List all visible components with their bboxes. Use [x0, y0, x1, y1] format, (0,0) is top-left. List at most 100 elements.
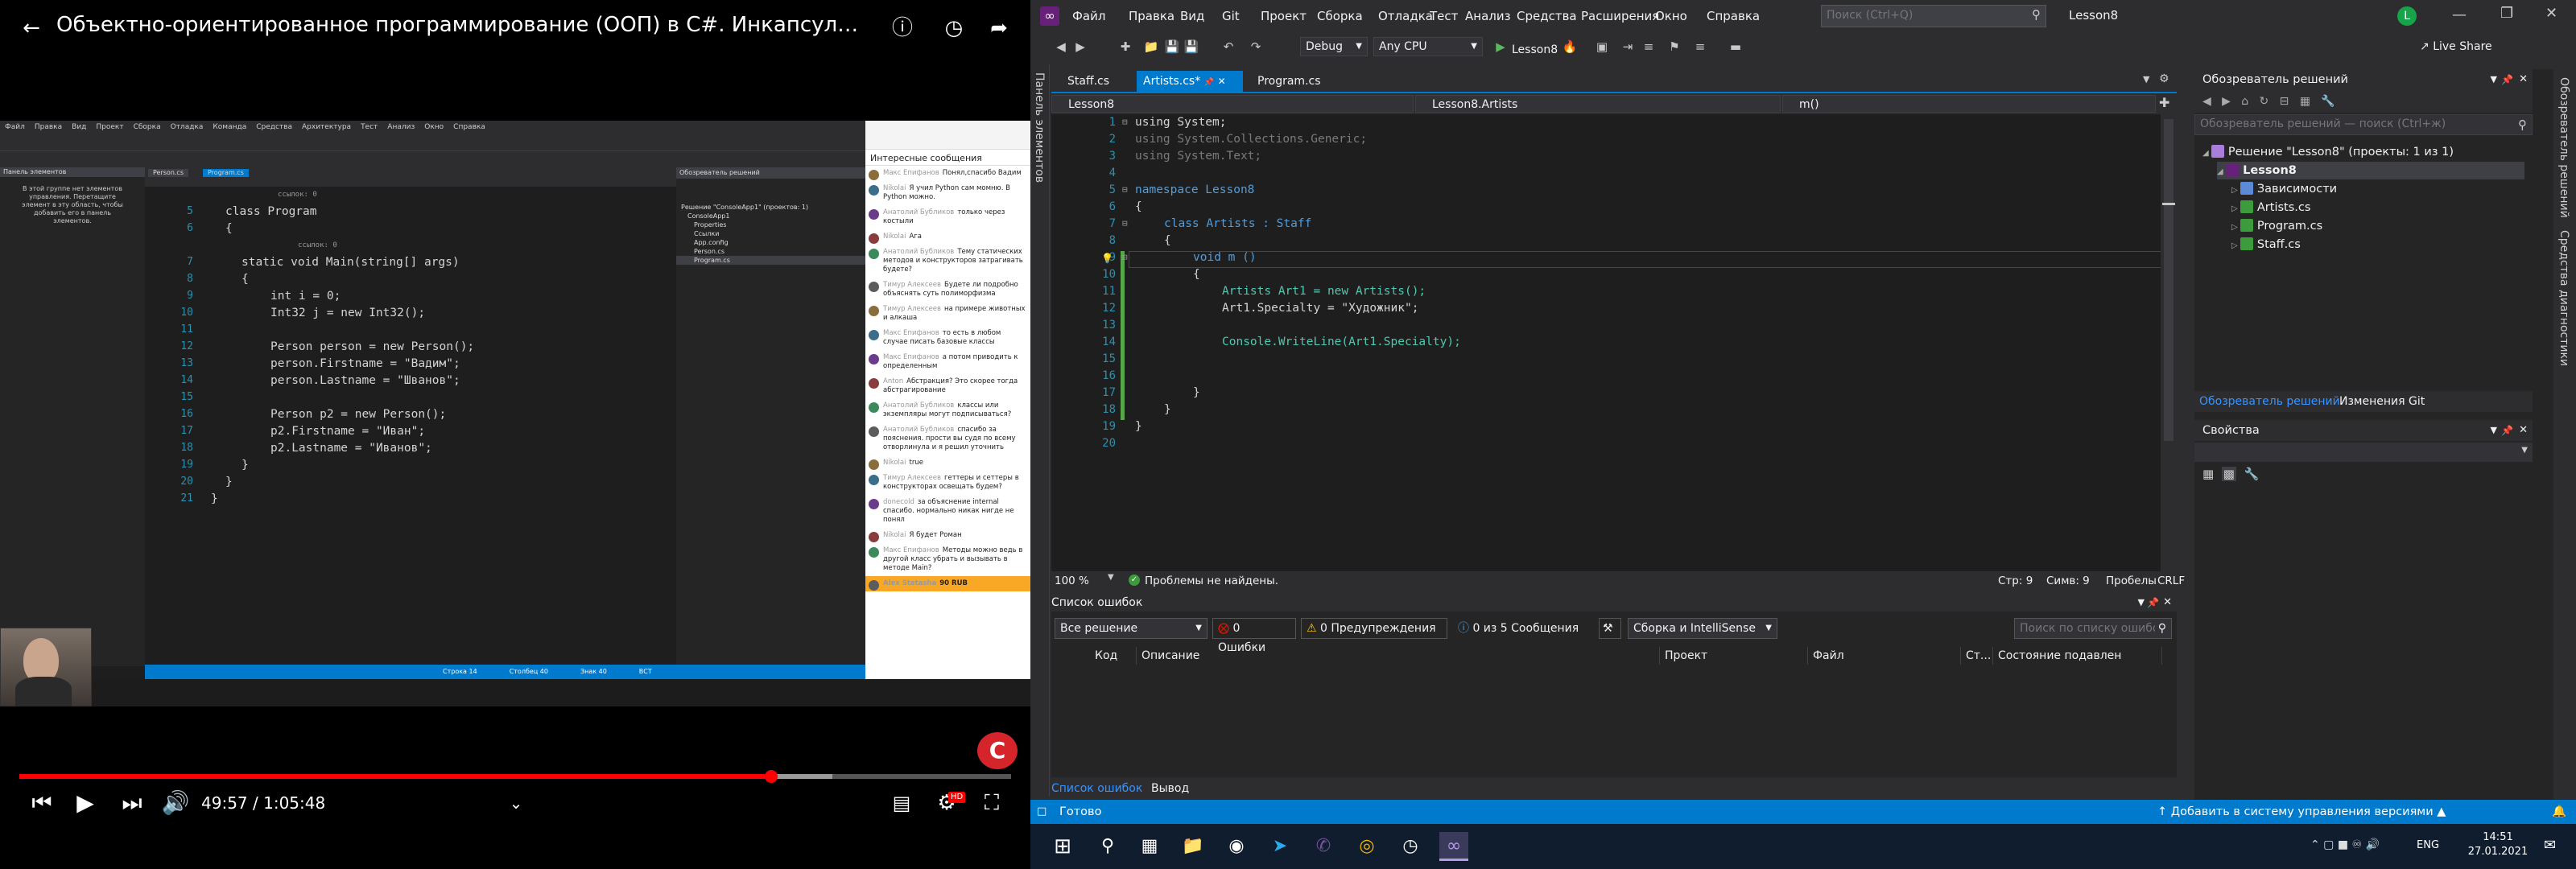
- toolbox-vertical-label[interactable]: Панель элементов: [1033, 72, 1046, 183]
- menu-item[interactable]: Отладка: [1378, 8, 1433, 24]
- code-line[interactable]: Art1.Specialty = "Художник";: [1222, 300, 1418, 317]
- info-icon[interactable]: ⓘ: [889, 14, 916, 42]
- se-collapse-icon[interactable]: ⊟: [2280, 95, 2289, 108]
- tab-git-changes[interactable]: Изменения Git: [2339, 391, 2425, 412]
- col-code[interactable]: Код: [1090, 647, 1137, 665]
- chapters-chevron-icon[interactable]: ⌄: [504, 789, 528, 818]
- se-show-all-icon[interactable]: ▦: [2300, 95, 2310, 108]
- col-project[interactable]: Проект: [1660, 647, 1808, 665]
- video-title[interactable]: Объектно-ориентированное программировани…: [56, 13, 861, 45]
- tab-settings-gear-icon[interactable]: ⚙: [2159, 72, 2169, 85]
- open-folder-icon[interactable]: 📁: [1143, 39, 1159, 55]
- menu-item[interactable]: Средства: [1517, 8, 1577, 24]
- channel-watermark-logo[interactable]: C: [977, 732, 1018, 769]
- solution-tree-item[interactable]: ▷ Зависимости: [2231, 180, 2337, 198]
- format-icon[interactable]: ≡: [1641, 39, 1657, 55]
- code-editor[interactable]: 1 using System; 2 using System.Collections.…: [1051, 114, 2177, 571]
- se-menu-chevron-icon[interactable]: ▼: [2491, 69, 2497, 90]
- tab-program[interactable]: Program.cs: [1251, 71, 1327, 92]
- categorized-icon[interactable]: ▦: [2202, 467, 2214, 481]
- line-indicator[interactable]: Стр: 9: [1998, 575, 2033, 587]
- lightbulb-icon[interactable]: 💡: [1101, 253, 1113, 264]
- code-line[interactable]: using System;: [1135, 114, 1227, 131]
- se-back-icon[interactable]: ◀: [2202, 95, 2211, 108]
- col-description[interactable]: Описание: [1137, 647, 1660, 665]
- se-properties-icon[interactable]: 🔧: [2321, 95, 2334, 108]
- bookmark-icon[interactable]: ⚑: [1666, 39, 1682, 55]
- outline-toggle-icon[interactable]: ⊟: [1122, 251, 1128, 264]
- errors-filter-button[interactable]: ⨂ 0 Ошибки: [1212, 618, 1296, 654]
- task-view-icon[interactable]: ▦: [1135, 832, 1164, 861]
- menu-item[interactable]: Файл: [1072, 8, 1105, 24]
- zoom-chevron-icon[interactable]: ▼: [1108, 573, 1114, 582]
- notifications-bell-icon[interactable]: 🔔: [2552, 800, 2566, 824]
- messages-filter-button[interactable]: ⓘ 0 из 5 Сообщения: [1452, 618, 1594, 639]
- run-target[interactable]: Lesson8: [1512, 43, 1558, 56]
- video-player[interactable]: ← Объектно-ориентированное программирова…: [0, 0, 1030, 869]
- nav-project-dropdown[interactable]: Lesson8: [1051, 95, 1414, 113]
- nav-type-dropdown[interactable]: Lesson8.Artists: [1415, 95, 1781, 113]
- spaces-indicator[interactable]: Пробелы: [2106, 575, 2157, 587]
- code-line[interactable]: void m (): [1193, 249, 1257, 266]
- minimize-icon[interactable]: —: [2452, 6, 2467, 23]
- se-search-box[interactable]: ⚲: [2194, 114, 2533, 135]
- new-project-icon[interactable]: ✚: [1117, 39, 1133, 55]
- taskbar-search-icon[interactable]: ⚲: [1093, 832, 1122, 861]
- menu-item[interactable]: Окно: [1655, 8, 1687, 24]
- col-file[interactable]: Файл: [1808, 647, 1961, 665]
- vtab-diagnostics[interactable]: Средства диагностики: [2557, 230, 2570, 366]
- error-scope-dropdown[interactable]: Все решение ▼: [1055, 618, 1208, 639]
- left-vertical-tab[interactable]: Панель элементов: [1030, 64, 1050, 797]
- se-search-input[interactable]: [2195, 115, 2501, 133]
- forward-icon[interactable]: ▶: [1072, 39, 1088, 55]
- solution-tree-item[interactable]: ◢ Lesson8: [2217, 162, 2524, 179]
- watch-later-icon[interactable]: ◷: [940, 14, 968, 42]
- next-video-icon[interactable]: ⏭: [118, 789, 147, 818]
- outline-toggle-icon[interactable]: ⊟: [1122, 116, 1128, 129]
- hot-reload-icon[interactable]: 🔥: [1562, 39, 1578, 55]
- se-home-icon[interactable]: ⌂: [2241, 95, 2248, 108]
- save-icon[interactable]: 💾: [1164, 39, 1180, 55]
- platform-dropdown[interactable]: Any CPU ▼: [1373, 37, 1483, 56]
- code-line[interactable]: {: [1135, 199, 1142, 216]
- code-line[interactable]: using System.Text;: [1135, 148, 1261, 165]
- restore-icon[interactable]: ❐: [2500, 5, 2513, 22]
- col-line[interactable]: Ст...: [1961, 647, 1993, 665]
- back-arrow-icon[interactable]: ←: [18, 14, 45, 42]
- props-pin-icon[interactable]: 📌: [2501, 420, 2513, 441]
- telegram-app-icon[interactable]: ➤: [1265, 832, 1294, 861]
- nav-member-dropdown[interactable]: m(): [1782, 95, 2156, 113]
- save-all-icon[interactable]: 💾: [1183, 39, 1199, 55]
- fullscreen-icon[interactable]: ⛶: [976, 789, 1008, 818]
- menu-item[interactable]: Вид: [1180, 8, 1204, 24]
- back-icon[interactable]: ◀: [1053, 39, 1069, 55]
- properties-object-dropdown[interactable]: ▼: [2194, 443, 2533, 462]
- visual-studio-app-icon[interactable]: ∞: [1439, 832, 1468, 861]
- outline-toggle-icon[interactable]: ⊟: [1122, 217, 1128, 230]
- editor-scrollbar[interactable]: [2161, 114, 2177, 571]
- code-line[interactable]: class Artists : Staff: [1164, 216, 1311, 233]
- progress-scrubber[interactable]: [764, 770, 778, 783]
- code-line[interactable]: namespace Lesson8: [1135, 182, 1254, 199]
- close-window-icon[interactable]: ✕: [2545, 5, 2557, 22]
- user-avatar[interactable]: L: [2397, 6, 2417, 26]
- prev-video-icon[interactable]: ⏮: [27, 789, 56, 818]
- clock-app-icon[interactable]: ◷: [1396, 832, 1425, 861]
- se-forward-icon[interactable]: ▶: [2222, 95, 2231, 108]
- source-control-button[interactable]: ↑ Добавить в систему управления версиями…: [2157, 800, 2446, 824]
- live-share-button[interactable]: ↗ Live Share: [2420, 40, 2492, 53]
- tree-expander-icon[interactable]: ◢: [2217, 167, 2226, 176]
- props-close-icon[interactable]: ✕: [2519, 420, 2528, 441]
- alphabetical-icon[interactable]: ▩: [2221, 467, 2236, 481]
- screenshot-icon[interactable]: ▣: [1594, 39, 1610, 55]
- zoom-level[interactable]: 100 %: [1055, 575, 1089, 587]
- config-dropdown[interactable]: Debug ▼: [1300, 37, 1368, 56]
- undo-icon[interactable]: ↶: [1220, 39, 1236, 55]
- tray-language[interactable]: ENG: [2417, 839, 2439, 851]
- video-progress-bar[interactable]: [19, 770, 1011, 783]
- property-pages-icon[interactable]: 🔧: [2244, 467, 2259, 481]
- panel-menu-chevron-icon[interactable]: ▼: [2138, 594, 2145, 612]
- solution-tree-item[interactable]: ▷ Program.cs: [2231, 217, 2322, 235]
- se-pin-icon[interactable]: 📌: [2501, 69, 2513, 90]
- filter-icon[interactable]: ⚒: [1599, 618, 1621, 639]
